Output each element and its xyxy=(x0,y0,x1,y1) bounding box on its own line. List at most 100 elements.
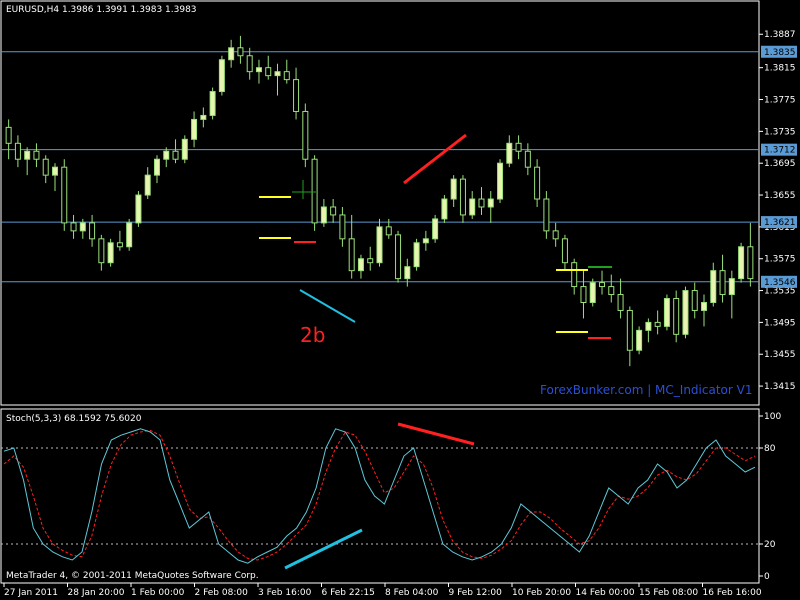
trend-line-cyan-price[interactable] xyxy=(299,289,356,323)
candle-body xyxy=(663,298,670,327)
price-tick-label: 1.3535 xyxy=(764,287,796,297)
candle-body xyxy=(747,246,754,280)
candle-body xyxy=(320,206,327,224)
time-tick-label: 28 Jan 20:00 xyxy=(68,588,125,598)
price-tick-label: 1.3887 xyxy=(764,30,796,40)
candle-body xyxy=(311,158,318,224)
trend-line-cyan-stoch[interactable] xyxy=(284,528,363,570)
candle-body xyxy=(283,71,290,81)
trend-line-red-stoch[interactable] xyxy=(397,422,475,446)
price-tick-label: 1.3735 xyxy=(764,127,796,137)
candle-body xyxy=(135,194,142,224)
candle-body xyxy=(534,166,541,200)
candle-body xyxy=(645,321,652,331)
candle-body xyxy=(589,282,596,304)
candle-body xyxy=(339,214,346,240)
candle-body xyxy=(432,218,439,240)
candle-body xyxy=(636,329,643,351)
candle-body xyxy=(701,302,708,311)
candle-body xyxy=(293,79,300,112)
candle-body xyxy=(524,150,531,168)
candle-body xyxy=(608,286,615,296)
candle-body xyxy=(79,222,86,232)
candle-body xyxy=(487,198,494,208)
candle-body xyxy=(200,114,207,120)
time-tick-label: 27 Jan 2011 xyxy=(4,588,58,598)
chart-root: 1.3887 1.3815 1.3775 1.3735 1.3695 1.3655 1.36… xyxy=(0,0,797,598)
candle-body xyxy=(126,222,133,248)
candle-body xyxy=(14,142,21,160)
stoch-axis: 100 80 20 0 xyxy=(759,412,781,582)
candle-body xyxy=(24,150,31,160)
candle-body xyxy=(61,166,68,224)
candle-body xyxy=(376,226,383,264)
time-tick-label: 14 Feb 00:00 xyxy=(576,588,635,598)
candle-body xyxy=(682,290,689,335)
candle-body xyxy=(357,258,364,272)
price-tick-label: 1.3775 xyxy=(764,96,796,106)
candle-body xyxy=(330,206,337,216)
price-panel-frame xyxy=(0,0,760,406)
candle-body xyxy=(497,162,504,200)
candle-body xyxy=(552,230,559,240)
candle-body xyxy=(181,138,188,160)
candle-body xyxy=(246,55,253,73)
candle-body xyxy=(728,278,735,296)
time-tick-label: 3 Feb 16:00 xyxy=(258,588,312,598)
time-tick-label: 9 Feb 12:00 xyxy=(449,588,503,598)
watermark: ForexBunker.com | MC_Indicator V1 xyxy=(540,383,752,397)
candle-body xyxy=(228,47,235,61)
time-tick-label: 16 Feb 16:00 xyxy=(703,588,762,598)
candle-body xyxy=(515,142,522,152)
candle-body xyxy=(654,321,661,327)
candle-body xyxy=(617,294,624,311)
chart-title: EURUSD,H4 1.3986 1.3991 1.3983 1.3983 xyxy=(6,5,197,15)
candle-body xyxy=(191,118,198,140)
price-tick-label: 1.3575 xyxy=(764,255,796,265)
stochastic xyxy=(1,428,759,564)
price-tick-label: 1.3655 xyxy=(764,191,796,201)
candle-body xyxy=(561,238,568,264)
candle-body xyxy=(404,266,411,280)
candle-body xyxy=(571,262,578,288)
candle-body xyxy=(89,222,96,240)
stoch-main-line xyxy=(3,428,756,564)
annotation-2b: 2b xyxy=(300,323,325,347)
trend-line-red-price[interactable] xyxy=(403,133,467,185)
stoch-signal-line xyxy=(3,429,756,561)
candle-body xyxy=(274,71,281,77)
price-tick-label: 1.3455 xyxy=(764,350,796,360)
candle-body xyxy=(543,198,550,232)
candle-body xyxy=(469,198,476,216)
candle-body xyxy=(107,242,114,264)
price-tick-label: 1.3495 xyxy=(764,318,796,328)
level-price-label: 1.3546 xyxy=(764,278,796,288)
time-tick-label: 1 Feb 00:00 xyxy=(131,588,185,598)
candle-body xyxy=(265,67,272,77)
candle-body xyxy=(413,242,420,268)
candle-body xyxy=(98,238,105,264)
stoch-tick-label: 0 xyxy=(764,572,770,582)
candle-body xyxy=(599,282,606,288)
candle-body xyxy=(209,91,216,116)
candle-body xyxy=(163,150,170,160)
candle-body xyxy=(450,178,457,200)
candle-body xyxy=(144,174,151,196)
stoch-tick-label: 80 xyxy=(764,444,776,454)
candle-body xyxy=(367,258,374,264)
candle-body xyxy=(422,238,429,244)
stoch-tick-label: 20 xyxy=(764,540,776,550)
candle-body xyxy=(70,222,77,232)
candle-body xyxy=(738,246,745,280)
candle-body xyxy=(580,286,587,303)
price-axis: 1.3887 1.3815 1.3775 1.3735 1.3695 1.3655 1.36… xyxy=(759,30,797,392)
candle-body xyxy=(719,270,726,296)
candle-body xyxy=(33,150,40,160)
candle-body xyxy=(116,242,123,248)
level-price-label: 1.3712 xyxy=(764,146,796,156)
candle-body xyxy=(626,309,633,351)
candle-body xyxy=(153,158,160,176)
candle-body xyxy=(478,198,485,208)
candles xyxy=(5,35,754,367)
stoch-tick-label: 100 xyxy=(764,412,781,422)
